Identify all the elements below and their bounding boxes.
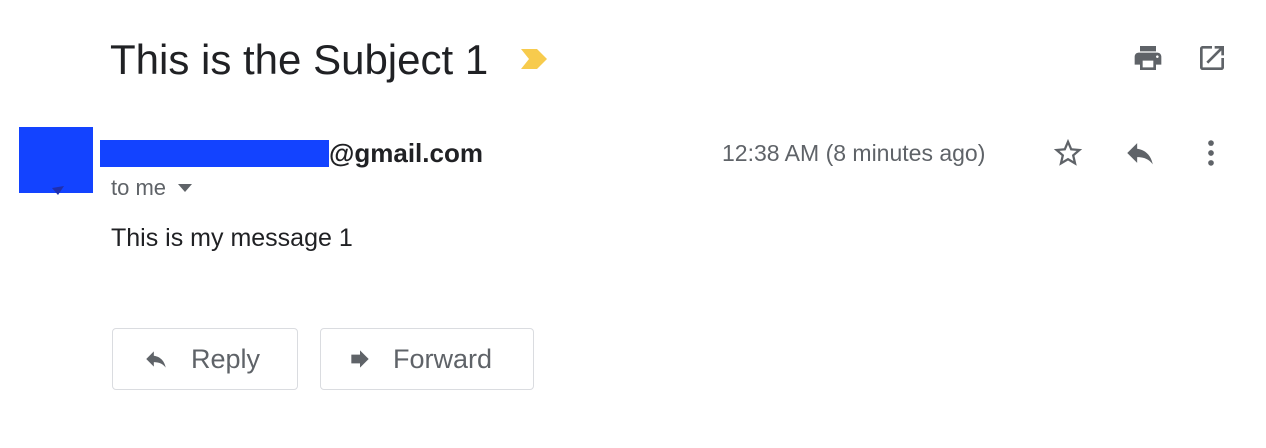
print-button[interactable] [1128,38,1168,78]
reply-icon [141,347,171,371]
reply-button[interactable]: Reply [112,328,298,390]
sender-domain: @gmail.com [329,137,483,168]
sender-name-redaction [100,139,329,167]
recipient-label: to me [111,175,167,200]
message-body: This is my message 1 [111,224,353,252]
email-subject: This is the Subject 1 [110,36,489,83]
reply-icon-button[interactable] [1119,132,1161,174]
message-timestamp: 12:38 AM (8 minutes ago) [722,139,986,166]
reply-button-label: Reply [191,343,261,374]
open-in-new-window-icon [1200,46,1224,70]
more-options-button[interactable] [1190,132,1232,174]
forward-icon [345,347,375,371]
forward-button[interactable]: Forward [320,328,534,390]
avatar-corner-mark [52,186,64,195]
importance-marker-icon[interactable] [519,47,549,71]
recipient-details-toggle[interactable]: to me [111,175,193,201]
forward-button-label: Forward [393,343,493,374]
print-icon [1134,46,1162,70]
sender-avatar[interactable] [19,127,93,193]
new-window-button[interactable] [1192,38,1232,78]
star-icon [1053,138,1083,166]
caret-down-icon [178,184,193,192]
more-vert-icon [1208,140,1214,166]
sender-address[interactable]: @gmail.com [100,137,483,169]
email-view: This is the Subject 1 @gmail.com to me 1… [0,0,1266,448]
star-button[interactable] [1047,132,1089,174]
reply-icon [1127,143,1153,165]
